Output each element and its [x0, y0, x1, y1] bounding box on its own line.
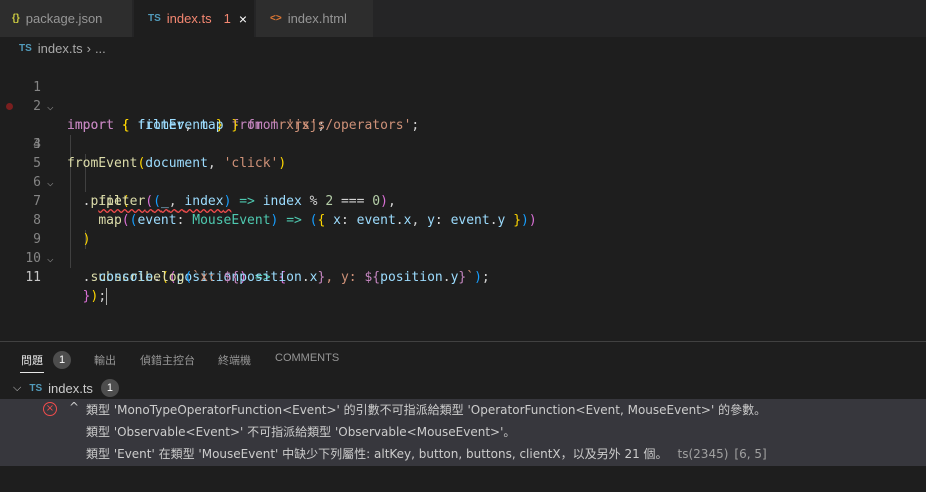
breadcrumb: TS index.ts › ... [0, 37, 926, 59]
tab-label: index.ts [166, 11, 212, 26]
code-line: 10 console.log(`x: ${position.x}, y: ${p… [0, 230, 926, 285]
tab-label: index.html [287, 11, 347, 26]
tab-index-html[interactable]: <> index.html [256, 0, 374, 37]
html-file-icon: <> [270, 13, 282, 24]
code-line: 7 map((event: MouseEvent) => ({ x: event… [0, 173, 926, 228]
error-position: [6, 5] [734, 447, 767, 461]
code-line: 4 fromEvent(document, 'click') [0, 116, 926, 171]
chevron-right-icon: › [86, 40, 91, 56]
breadcrumb-file[interactable]: index.ts [38, 41, 83, 56]
tab-label: package.json [25, 11, 103, 26]
error-icon: × [43, 402, 57, 416]
chevron-down-icon[interactable]: ⌵ [13, 382, 21, 395]
error-message-line: 類型 'Event' 在類型 'MouseEvent' 中缺少下列屬性: alt… [86, 443, 767, 465]
code-line: 9 ⌵ .subscribe((position) => { [0, 211, 926, 285]
panel-tabs: 問題 1 輸出 偵錯主控台 終端機 COMMENTS [0, 342, 926, 378]
problem-item[interactable]: × ^ 類型 'MonoTypeOperatorFunction<Event>'… [0, 399, 926, 466]
typescript-file-icon: TS [29, 382, 43, 394]
problem-file-count: 1 [100, 379, 119, 397]
tab-comments[interactable]: COMMENTS [275, 352, 339, 364]
problem-count-badge: 1 [53, 351, 71, 369]
close-icon[interactable]: × [239, 11, 247, 27]
breadcrumb-symbol[interactable]: ... [95, 41, 106, 56]
json-file-icon: {} [12, 13, 20, 24]
problem-file-row[interactable]: ⌵ TS index.ts 1 [0, 378, 926, 398]
chevron-up-icon[interactable]: ^ [69, 400, 79, 414]
tab-problems[interactable]: 問題 [21, 352, 43, 368]
tab-output[interactable]: 輸出 [94, 352, 116, 368]
code-line: 6 filter((_, index) => index % 2 === 0), [0, 154, 926, 209]
error-message-line: 類型 'MonoTypeOperatorFunction<Event>' 的引數… [86, 403, 767, 417]
tab-problem-badge: 1 [223, 11, 231, 26]
error-detail-text: 類型 'Event' 在類型 'MouseEvent' 中缺少下列屬性: alt… [86, 447, 668, 461]
breakpoint-icon[interactable] [6, 103, 13, 110]
code-line: 11 }); [0, 249, 926, 305]
problem-file-name: index.ts [48, 380, 93, 396]
line-number: 11 [25, 270, 41, 285]
tab-index-ts[interactable]: TS index.ts 1 × [134, 0, 255, 37]
active-tab-indicator [20, 372, 44, 373]
typescript-file-icon: TS [148, 13, 161, 24]
error-code: ts(2345) [677, 447, 729, 461]
code-line: 3 [0, 97, 926, 152]
typescript-file-icon: TS [19, 42, 32, 54]
tab-terminal[interactable]: 終端機 [218, 352, 251, 368]
code-line: 5 ⌵ .pipe( [0, 135, 926, 209]
tab-debug-console[interactable]: 偵錯主控台 [140, 352, 195, 368]
editor-tab-bar: {} package.json TS index.ts 1 × <> index… [0, 0, 926, 37]
code-editor[interactable]: 1 ⌵ import { fromEvent } from 'rxjs'; 2 … [0, 59, 926, 341]
text-cursor [106, 288, 108, 305]
code-line: 8 ) [0, 192, 926, 247]
code-line: 2 import { filter, map } from 'rxjs/oper… [0, 78, 926, 133]
error-message-line: 類型 'Observable<Event>' 不可指派給類型 'Observab… [86, 425, 516, 439]
bottom-panel: 問題 1 輸出 偵錯主控台 終端機 COMMENTS ⌵ TS index.ts… [0, 341, 926, 492]
tab-package-json[interactable]: {} package.json [0, 0, 133, 37]
code-line: 1 ⌵ import { fromEvent } from 'rxjs'; [0, 59, 926, 133]
